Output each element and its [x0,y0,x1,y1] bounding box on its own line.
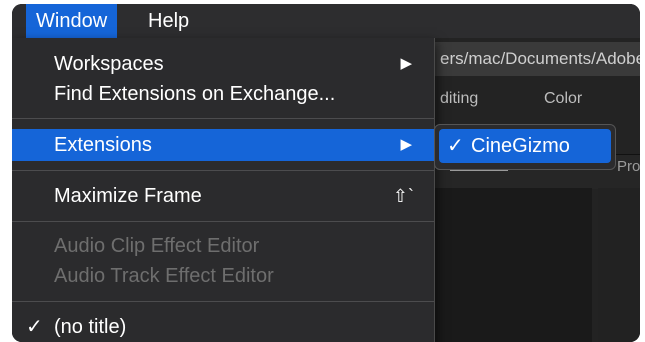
submenu-arrow-icon: ▶ [400,136,412,153]
menu-item-label: Maximize Frame [54,185,202,207]
submenu-item-label: CineGizmo [471,135,570,157]
workspace-bar: diting Color [432,76,640,124]
menu-item-label: (no title) [54,316,127,338]
menu-item-find-extensions[interactable]: Find Extensions on Exchange... [12,78,434,110]
menu-help[interactable]: Help [138,4,199,38]
menu-item-label: Workspaces [54,53,164,75]
extensions-submenu: ✓ CineGizmo [434,124,616,170]
submenu-item-cinegizmo[interactable]: ✓ CineGizmo [439,129,611,163]
workspace-tab-editing[interactable]: diting [440,90,478,108]
submenu-arrow-icon: ▶ [400,55,412,72]
menu-item-audio-clip-effect-editor: Audio Clip Effect Editor [12,230,434,262]
menu-window[interactable]: Window [26,4,118,38]
project-path-bar: ers/mac/Documents/Adobe [432,42,640,76]
project-panel [432,188,592,342]
menu-item-extensions[interactable]: Extensions ▶ [12,129,434,161]
menu-item-workspaces[interactable]: Workspaces ▶ [12,48,434,80]
checkmark-icon: ✓ [26,316,43,338]
menu-bar: Window Help [12,4,640,38]
menu-separator [12,221,434,222]
menu-item-label: Find Extensions on Exchange... [54,83,336,105]
menu-item-label: Audio Clip Effect Editor [54,235,260,257]
program-panel [598,188,640,342]
menu-item-no-title[interactable]: ✓ (no title) [12,311,434,342]
screenshot-frame: ers/mac/Documents/Adobe diting Color Pro… [12,4,640,342]
keyboard-shortcut: ⇧` [392,186,414,206]
workspace-tab-color[interactable]: Color [544,90,582,108]
window-menu: Workspaces ▶ Find Extensions on Exchange… [12,38,435,342]
menu-separator [12,301,434,302]
project-path-text: ers/mac/Documents/Adobe [440,49,640,68]
menu-separator [12,170,434,171]
menu-item-label: Audio Track Effect Editor [54,265,274,287]
panel-label[interactable]: Pro [617,158,640,175]
menu-separator [12,118,434,119]
menu-item-audio-track-effect-editor: Audio Track Effect Editor [12,260,434,292]
checkmark-icon: ✓ [447,135,464,157]
menu-item-maximize-frame[interactable]: Maximize Frame ⇧` [12,180,434,212]
menu-item-label: Extensions [54,134,152,156]
